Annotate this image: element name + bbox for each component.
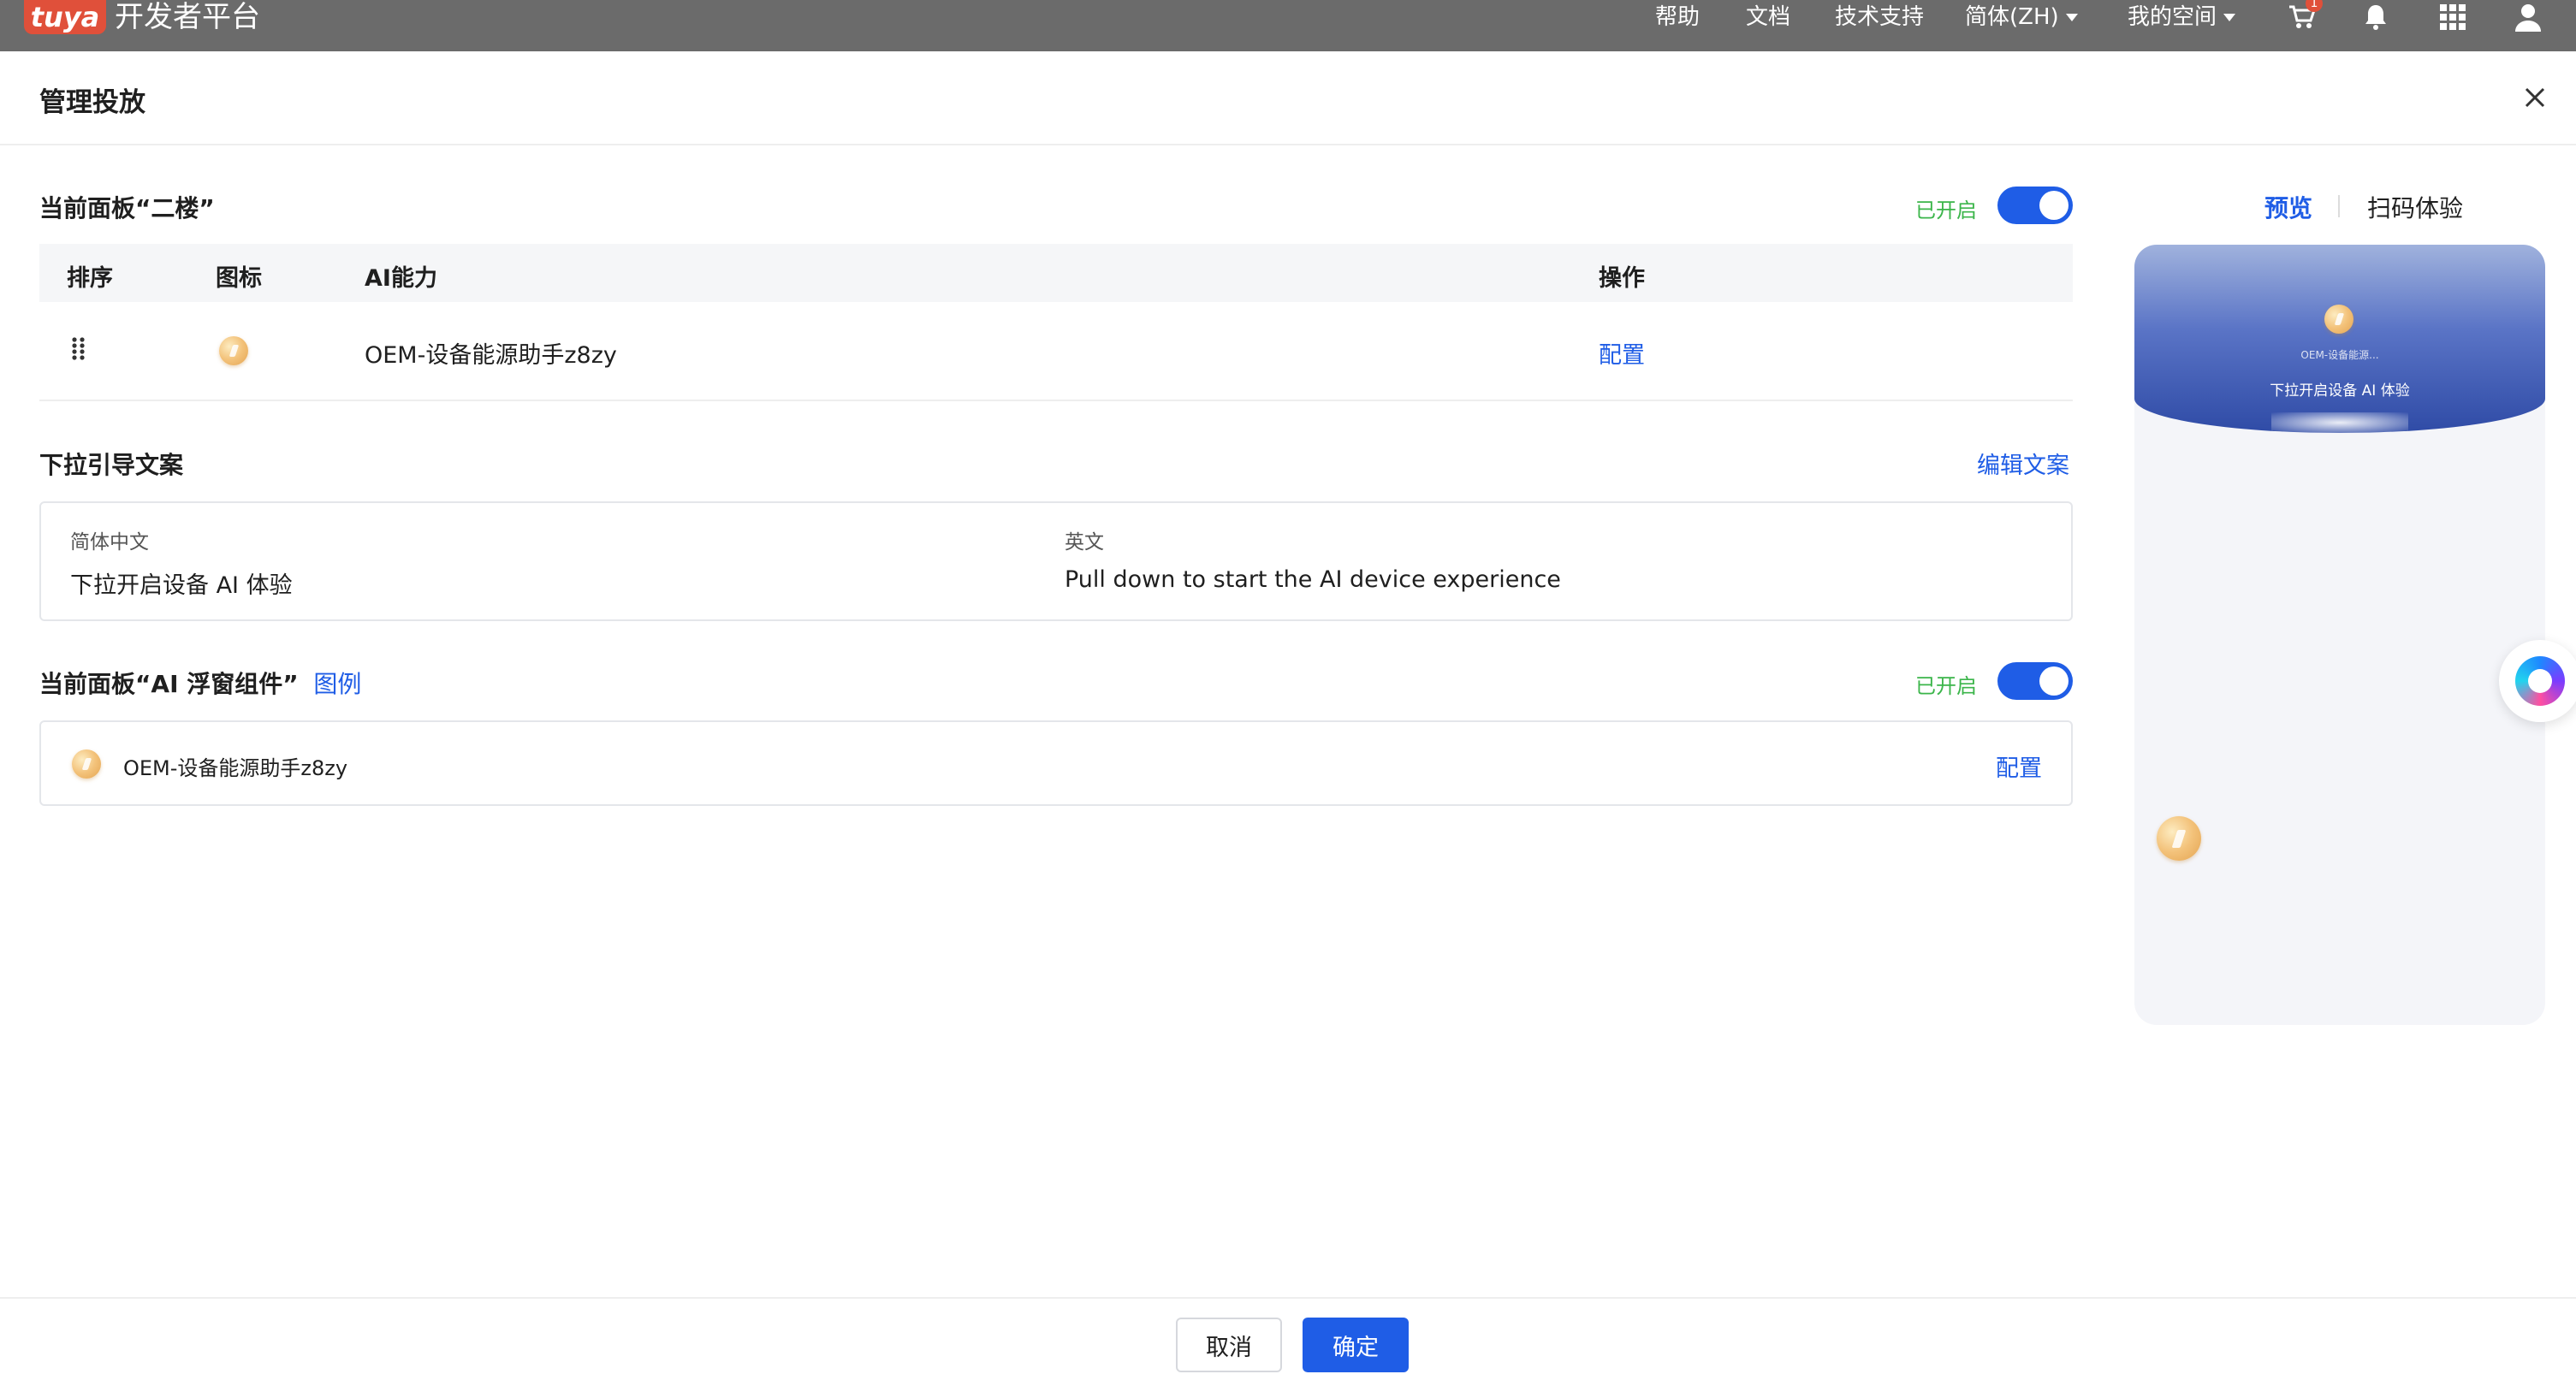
tab-divider [2338,195,2340,217]
configure-link[interactable]: 配置 [1996,749,2042,783]
ai-assistant-bubble[interactable] [2499,640,2576,722]
en-value: Pull down to start the AI device experie… [1065,566,1561,593]
chevron-down-icon [2223,14,2236,21]
apps-grid-icon[interactable] [2436,0,2470,34]
edit-copy-link[interactable]: 编辑文案 [1977,447,2069,480]
chevron-down-icon [2065,14,2078,21]
phone-ability-name: OEM-设备能源... [2300,349,2379,361]
column-icon: 图标 [216,265,262,292]
panel2-status-label: 已开启 [1915,674,1977,698]
language-label: 简体(ZH) [1965,4,2059,30]
column-ai-ability: AI能力 [365,265,437,292]
phone-banner [2134,245,2545,433]
modal-header: 管理投放 [0,51,2576,145]
modal-footer: 取消 确定 [0,1297,2576,1386]
ability-table-header: 排序 图标 AI能力 操作 [39,244,2073,302]
energy-assistant-icon [72,749,101,779]
zh-label: 简体中文 [70,531,149,554]
modal-title: 管理投放 [39,87,145,118]
column-sort: 排序 [67,265,113,292]
banner-glow [2271,412,2408,433]
panel2-toggle[interactable] [1997,662,2073,700]
pulldown-copy-title: 下拉引导文案 [39,451,184,479]
ai-assistant-icon [2515,656,2565,706]
en-label: 英文 [1065,531,1104,554]
bell-icon[interactable] [2359,0,2393,34]
ability-name: OEM-设备能源助手z8zy [365,342,617,369]
cancel-button[interactable]: 取消 [1176,1318,1282,1372]
legend-link[interactable]: 图例 [313,670,361,698]
table-row: OEM-设备能源助手z8zy 配置 [39,302,2073,401]
panel-ai-float-title: 当前面板“AI 浮窗组件” 图例 [39,666,361,700]
brand-title[interactable]: 开发者平台 [115,0,260,34]
float-widget-item: OEM-设备能源助手z8zy 配置 [39,720,2073,806]
tab-scan-experience[interactable]: 扫码体验 [2367,190,2463,224]
floating-assistant-icon [2157,816,2201,861]
cart-icon[interactable]: 1 [2285,0,2323,34]
workspace-select[interactable]: 我的空间 [2128,0,2236,34]
workspace-label: 我的空间 [2128,4,2217,30]
nav-docs[interactable]: 文档 [1746,0,1790,34]
nav-support[interactable]: 技术支持 [1835,0,1924,34]
zh-value: 下拉开启设备 AI 体验 [70,572,293,599]
float-widget-name: OEM-设备能源助手z8zy [123,756,348,780]
language-select[interactable]: 简体(ZH) [1965,0,2078,34]
panel1-toggle[interactable] [1997,187,2073,224]
tuya-logo[interactable]: tuya [24,0,106,34]
panel2-title-text: 当前面板“AI 浮窗组件” [39,670,299,698]
phone-preview: OEM-设备能源... 下拉开启设备 AI 体验 [2134,245,2545,1025]
configure-link[interactable]: 配置 [1599,336,1645,370]
column-action: 操作 [1599,265,1645,292]
user-icon[interactable] [2511,0,2545,34]
phone-pulldown-text: 下拉开启设备 AI 体验 [2270,382,2410,400]
top-navigation-bar: tuya 开发者平台 帮助 文档 技术支持 简体(ZH) 我的空间 1 [0,0,2576,51]
tab-preview[interactable]: 预览 [2264,190,2312,224]
pulldown-copy-box: 简体中文 下拉开启设备 AI 体验 英文 Pull down to start … [39,501,2073,621]
nav-help[interactable]: 帮助 [1655,0,1700,34]
panel1-status-label: 已开启 [1915,198,1977,222]
drag-handle-icon[interactable] [70,336,87,362]
confirm-button[interactable]: 确定 [1303,1318,1409,1372]
cart-badge: 1 [2306,0,2323,12]
energy-assistant-icon [2324,305,2353,334]
energy-assistant-icon [219,336,248,365]
panel-second-floor-title: 当前面板“二楼” [39,194,215,222]
close-icon[interactable] [2518,80,2552,115]
